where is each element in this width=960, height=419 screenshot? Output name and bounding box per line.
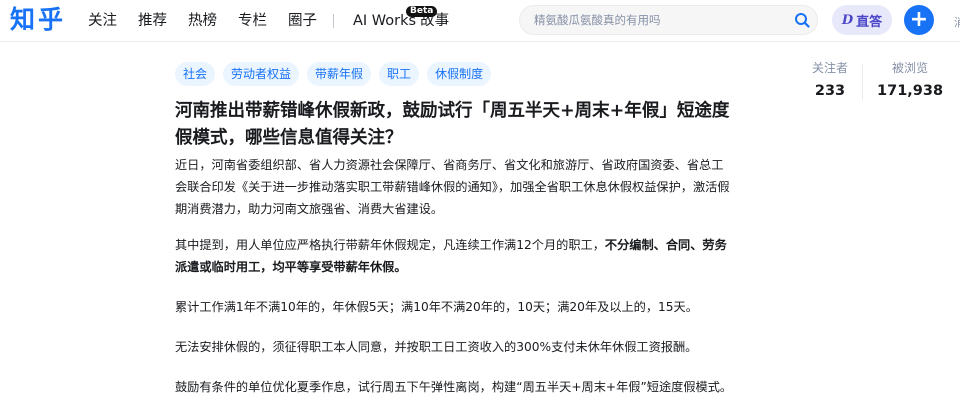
nav-ai-works-label: AI Works bbox=[353, 13, 417, 29]
nav-divider bbox=[333, 14, 334, 28]
tag-item[interactable]: 劳动者权益 bbox=[223, 62, 300, 86]
detail-paragraph: 无法安排休假的，须征得职工本人同意，并按职工日工资收入的300%支付未休年休假工… bbox=[175, 340, 698, 354]
nav-column[interactable]: 专栏 bbox=[238, 0, 267, 42]
header-edge-text[interactable]: 消 bbox=[954, 14, 960, 30]
followers-stat[interactable]: 关注者 233 bbox=[812, 60, 848, 102]
detail-paragraph: 鼓励有条件的单位优化夏季作息，试行周五下午弹性离岗，构建“周五半天+周末+年假”… bbox=[175, 380, 733, 394]
search-icon[interactable] bbox=[794, 12, 810, 28]
nav-follow[interactable]: 关注 bbox=[88, 0, 117, 42]
followers-label: 关注者 bbox=[812, 61, 849, 75]
search-box[interactable] bbox=[519, 5, 818, 35]
search-input[interactable] bbox=[534, 11, 784, 29]
zhida-logo-icon: D bbox=[841, 12, 854, 28]
main-nav: 关注 推荐 热榜 专栏 圈子 AI Works Beta 故事 bbox=[88, 0, 470, 42]
tag-item[interactable]: 社会 bbox=[175, 62, 216, 86]
detail-paragraph: 累计工作满1年不满10年的，年休假5天；满10年不满20年的，10天；满20年及… bbox=[175, 300, 698, 314]
zhida-label: 直答 bbox=[856, 14, 883, 30]
detail-text: 其中提到，用人单位应严格执行带薪年休假规定，凡连续工作满12个月的职工， bbox=[175, 238, 605, 252]
views-count: 171,938 bbox=[877, 83, 944, 99]
question-title: 河南推出带薪错峰休假新政，鼓励试行「周五半天+周末+年假」短途度假模式，哪些信息… bbox=[175, 101, 730, 148]
views-label: 被浏览 bbox=[892, 61, 929, 75]
detail-paragraph: 其中提到，用人单位应严格执行带薪年休假规定，凡连续工作满12个月的职工，不分编制… bbox=[175, 234, 735, 278]
tag-item[interactable]: 休假制度 bbox=[427, 62, 492, 86]
question-detail: 近日，河南省委组织部、省人力资源社会保障厅、省商务厅、省文化和旅游厅、省政府国资… bbox=[175, 154, 735, 416]
stats-divider bbox=[862, 64, 864, 100]
nav-recommend[interactable]: 推荐 bbox=[138, 0, 167, 42]
detail-paragraph: 近日，河南省委组织部、省人力资源社会保障厅、省商务厅、省文化和旅游厅、省政府国资… bbox=[175, 158, 730, 216]
zhihu-logo[interactable]: 知乎 bbox=[10, 3, 66, 37]
nav-circle[interactable]: 圈子 bbox=[288, 0, 317, 42]
tag-item[interactable]: 职工 bbox=[379, 62, 420, 86]
zhida-ask-button[interactable]: D 直答 bbox=[832, 5, 892, 35]
question-tags: 社会 劳动者权益 带薪年假 职工 休假制度 bbox=[175, 62, 499, 86]
followers-count: 233 bbox=[814, 83, 846, 99]
beta-badge: Beta bbox=[406, 6, 438, 17]
nav-ai-works[interactable]: AI Works Beta bbox=[353, 0, 438, 42]
top-header: 知乎 关注 推荐 热榜 专栏 圈子 AI Works Beta 故事 D 直答 … bbox=[0, 0, 960, 42]
views-stat: 被浏览 171,938 bbox=[877, 60, 943, 102]
tag-item[interactable]: 带薪年假 bbox=[307, 62, 372, 86]
create-plus-button[interactable]: + bbox=[904, 5, 934, 35]
question-stats: 关注者 233 被浏览 171,938 bbox=[812, 60, 943, 102]
nav-hot[interactable]: 热榜 bbox=[188, 0, 217, 42]
